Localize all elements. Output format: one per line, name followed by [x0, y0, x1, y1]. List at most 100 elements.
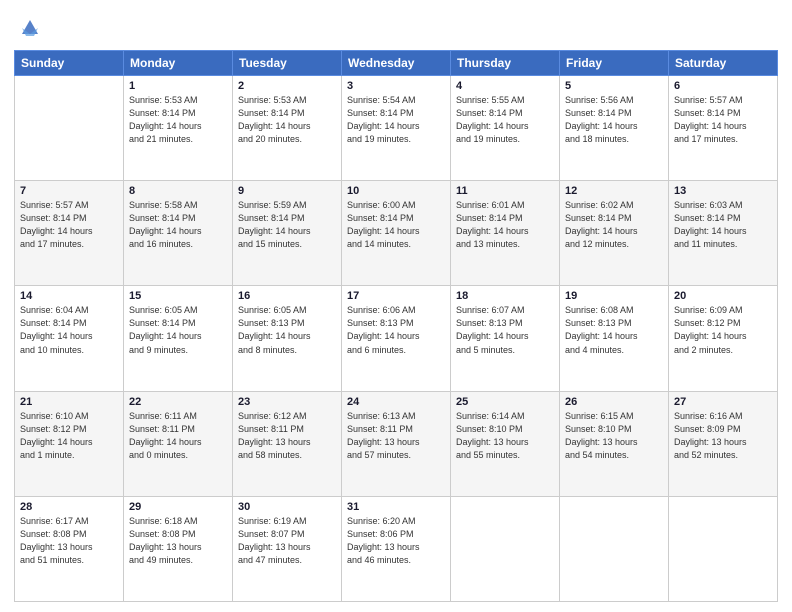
day-number: 8 — [129, 185, 227, 197]
day-info: Sunrise: 6:02 AMSunset: 8:14 PMDaylight:… — [565, 199, 663, 251]
day-number: 13 — [674, 185, 772, 197]
day-number: 25 — [456, 396, 554, 408]
day-number: 31 — [347, 501, 445, 513]
day-number: 20 — [674, 290, 772, 302]
day-cell: 2 Sunrise: 5:53 AMSunset: 8:14 PMDaylight… — [233, 76, 342, 181]
day-info: Sunrise: 6:05 AMSunset: 8:13 PMDaylight:… — [238, 304, 336, 356]
day-cell: 6 Sunrise: 5:57 AMSunset: 8:14 PMDaylight… — [669, 76, 778, 181]
day-number: 22 — [129, 396, 227, 408]
day-info: Sunrise: 5:53 AMSunset: 8:14 PMDaylight:… — [238, 94, 336, 146]
header — [14, 10, 778, 42]
day-cell — [15, 76, 124, 181]
day-cell: 13Sunrise: 6:03 AMSunset: 8:14 PMDayligh… — [669, 181, 778, 286]
day-info: Sunrise: 6:11 AMSunset: 8:11 PMDaylight:… — [129, 410, 227, 462]
day-cell: 1 Sunrise: 5:53 AMSunset: 8:14 PMDaylight… — [124, 76, 233, 181]
day-number: 4 — [456, 80, 554, 92]
day-cell — [451, 496, 560, 601]
day-number: 17 — [347, 290, 445, 302]
day-cell: 12 Sunrise: 6:02 AMSunset: 8:14 PMDayligh… — [560, 181, 669, 286]
day-info: Sunrise: 6:14 AMSunset: 8:10 PMDaylight:… — [456, 410, 554, 462]
day-number: 19 — [565, 290, 663, 302]
day-cell: 3 Sunrise: 5:54 AMSunset: 8:14 PMDaylight… — [342, 76, 451, 181]
header-tuesday: Tuesday — [233, 51, 342, 76]
day-cell: 21 Sunrise: 6:10 AMSunset: 8:12 PMDayligh… — [15, 391, 124, 496]
day-cell: 27 Sunrise: 6:16 AMSunset: 8:09 PMDayligh… — [669, 391, 778, 496]
day-cell: 7 Sunrise: 5:57 AMSunset: 8:14 PMDaylight… — [15, 181, 124, 286]
day-info: Sunrise: 6:06 AMSunset: 8:13 PMDaylight:… — [347, 304, 445, 356]
day-number: 9 — [238, 185, 336, 197]
day-cell — [560, 496, 669, 601]
day-number: 29 — [129, 501, 227, 513]
header-row: SundayMondayTuesdayWednesdayThursdayFrid… — [15, 51, 778, 76]
day-info: Sunrise: 5:57 AMSunset: 8:14 PMDaylight:… — [20, 199, 118, 251]
day-number: 10 — [347, 185, 445, 197]
day-cell: 11 Sunrise: 6:01 AMSunset: 8:14 PMDayligh… — [451, 181, 560, 286]
day-info: Sunrise: 6:09 AMSunset: 8:12 PMDaylight:… — [674, 304, 772, 356]
day-info: Sunrise: 5:58 AMSunset: 8:14 PMDaylight:… — [129, 199, 227, 251]
day-number: 21 — [20, 396, 118, 408]
day-cell: 22 Sunrise: 6:11 AMSunset: 8:11 PMDayligh… — [124, 391, 233, 496]
day-info: Sunrise: 6:13 AMSunset: 8:11 PMDaylight:… — [347, 410, 445, 462]
day-info: Sunrise: 6:18 AMSunset: 8:08 PMDaylight:… — [129, 515, 227, 567]
day-number: 23 — [238, 396, 336, 408]
day-number: 15 — [129, 290, 227, 302]
day-cell: 10Sunrise: 6:00 AMSunset: 8:14 PMDayligh… — [342, 181, 451, 286]
day-cell: 8 Sunrise: 5:58 AMSunset: 8:14 PMDaylight… — [124, 181, 233, 286]
day-cell: 4Sunrise: 5:55 AMSunset: 8:14 PMDaylight… — [451, 76, 560, 181]
logo — [14, 14, 44, 42]
day-info: Sunrise: 6:19 AMSunset: 8:07 PMDaylight:… — [238, 515, 336, 567]
header-thursday: Thursday — [451, 51, 560, 76]
header-wednesday: Wednesday — [342, 51, 451, 76]
day-info: Sunrise: 6:15 AMSunset: 8:10 PMDaylight:… — [565, 410, 663, 462]
week-row-4: 28Sunrise: 6:17 AMSunset: 8:08 PMDayligh… — [15, 496, 778, 601]
day-number: 3 — [347, 80, 445, 92]
day-cell: 25 Sunrise: 6:14 AMSunset: 8:10 PMDayligh… — [451, 391, 560, 496]
day-number: 6 — [674, 80, 772, 92]
day-number: 30 — [238, 501, 336, 513]
page: SundayMondayTuesdayWednesdayThursdayFrid… — [0, 0, 792, 612]
day-info: Sunrise: 6:20 AMSunset: 8:06 PMDaylight:… — [347, 515, 445, 567]
day-number: 26 — [565, 396, 663, 408]
week-row-2: 14 Sunrise: 6:04 AMSunset: 8:14 PMDayligh… — [15, 286, 778, 391]
day-cell: 9Sunrise: 5:59 AMSunset: 8:14 PMDaylight… — [233, 181, 342, 286]
day-info: Sunrise: 6:04 AMSunset: 8:14 PMDaylight:… — [20, 304, 118, 356]
day-info: Sunrise: 5:57 AMSunset: 8:14 PMDaylight:… — [674, 94, 772, 146]
day-cell: 19 Sunrise: 6:08 AMSunset: 8:13 PMDayligh… — [560, 286, 669, 391]
day-cell: 18Sunrise: 6:07 AMSunset: 8:13 PMDayligh… — [451, 286, 560, 391]
day-cell: 20 Sunrise: 6:09 AMSunset: 8:12 PMDayligh… — [669, 286, 778, 391]
day-info: Sunrise: 6:16 AMSunset: 8:09 PMDaylight:… — [674, 410, 772, 462]
day-number: 27 — [674, 396, 772, 408]
day-cell: 29 Sunrise: 6:18 AMSunset: 8:08 PMDayligh… — [124, 496, 233, 601]
day-cell — [669, 496, 778, 601]
header-monday: Monday — [124, 51, 233, 76]
calendar-table: SundayMondayTuesdayWednesdayThursdayFrid… — [14, 50, 778, 602]
day-number: 12 — [565, 185, 663, 197]
day-cell: 24Sunrise: 6:13 AMSunset: 8:11 PMDayligh… — [342, 391, 451, 496]
day-cell: 15 Sunrise: 6:05 AMSunset: 8:14 PMDayligh… — [124, 286, 233, 391]
day-cell: 28Sunrise: 6:17 AMSunset: 8:08 PMDayligh… — [15, 496, 124, 601]
day-number: 5 — [565, 80, 663, 92]
day-info: Sunrise: 6:07 AMSunset: 8:13 PMDaylight:… — [456, 304, 554, 356]
day-info: Sunrise: 6:01 AMSunset: 8:14 PMDaylight:… — [456, 199, 554, 251]
day-number: 14 — [20, 290, 118, 302]
day-number: 28 — [20, 501, 118, 513]
day-cell: 16Sunrise: 6:05 AMSunset: 8:13 PMDayligh… — [233, 286, 342, 391]
header-friday: Friday — [560, 51, 669, 76]
day-number: 11 — [456, 185, 554, 197]
day-cell: 14 Sunrise: 6:04 AMSunset: 8:14 PMDayligh… — [15, 286, 124, 391]
week-row-1: 7 Sunrise: 5:57 AMSunset: 8:14 PMDaylight… — [15, 181, 778, 286]
day-info: Sunrise: 5:53 AMSunset: 8:14 PMDaylight:… — [129, 94, 227, 146]
day-number: 1 — [129, 80, 227, 92]
day-number: 7 — [20, 185, 118, 197]
logo-icon — [16, 14, 44, 42]
day-cell: 31 Sunrise: 6:20 AMSunset: 8:06 PMDayligh… — [342, 496, 451, 601]
day-cell: 17 Sunrise: 6:06 AMSunset: 8:13 PMDayligh… — [342, 286, 451, 391]
day-cell: 23Sunrise: 6:12 AMSunset: 8:11 PMDayligh… — [233, 391, 342, 496]
day-info: Sunrise: 6:10 AMSunset: 8:12 PMDaylight:… — [20, 410, 118, 462]
day-info: Sunrise: 6:08 AMSunset: 8:13 PMDaylight:… — [565, 304, 663, 356]
day-number: 2 — [238, 80, 336, 92]
header-sunday: Sunday — [15, 51, 124, 76]
day-info: Sunrise: 5:54 AMSunset: 8:14 PMDaylight:… — [347, 94, 445, 146]
header-saturday: Saturday — [669, 51, 778, 76]
day-info: Sunrise: 6:05 AMSunset: 8:14 PMDaylight:… — [129, 304, 227, 356]
